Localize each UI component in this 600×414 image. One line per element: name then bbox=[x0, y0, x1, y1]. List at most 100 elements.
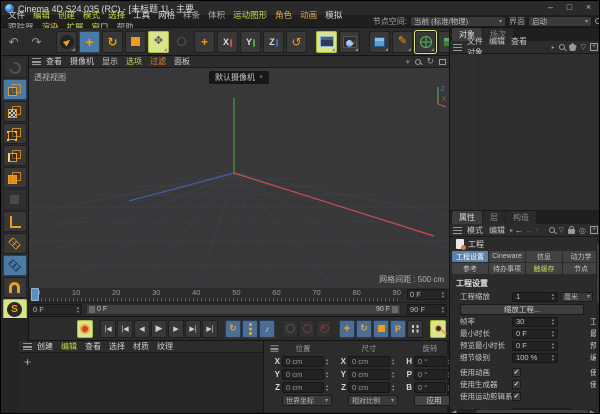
primitive-cube-button[interactable] bbox=[369, 31, 390, 53]
zoom-view-icon[interactable] bbox=[415, 59, 421, 65]
spinner-icon[interactable] bbox=[552, 330, 554, 336]
spinner-icon[interactable] bbox=[392, 358, 398, 364]
rot-p-field[interactable]: 0 ° bbox=[414, 369, 446, 380]
prev-key-button[interactable]: |◀ bbox=[117, 320, 133, 338]
spinner-icon[interactable] bbox=[552, 318, 554, 324]
pos-x-field[interactable]: 0 cm bbox=[282, 356, 324, 367]
spinner-icon[interactable] bbox=[326, 358, 332, 364]
spinner-icon[interactable] bbox=[326, 371, 332, 377]
sound-button[interactable]: ♪ bbox=[259, 320, 275, 338]
material-menu-item[interactable]: 纹理 bbox=[153, 342, 177, 351]
checkbox[interactable] bbox=[512, 392, 521, 401]
spinner-icon[interactable] bbox=[392, 384, 398, 390]
range-right-handle[interactable] bbox=[392, 306, 398, 313]
record-toggle-button[interactable] bbox=[282, 320, 298, 338]
am-menu-item[interactable]: 编辑 bbox=[486, 226, 508, 235]
material-menu-item[interactable]: 创建 bbox=[33, 342, 57, 351]
x-axis-lock-button[interactable]: X bbox=[217, 31, 238, 53]
row-field[interactable]: 100 % bbox=[512, 353, 558, 363]
size-mode-dropdown[interactable]: 相对比例 bbox=[348, 395, 398, 406]
simulate-button[interactable] bbox=[171, 31, 192, 53]
toggle-view-icon[interactable] bbox=[439, 59, 446, 65]
pan-view-icon[interactable]: + bbox=[405, 57, 410, 67]
row-field[interactable]: 0 F bbox=[512, 341, 558, 351]
next-key-button[interactable]: ▶| bbox=[185, 320, 201, 338]
next-frame-button[interactable]: ▶ bbox=[168, 320, 184, 338]
range-start-field[interactable]: 0 F bbox=[30, 304, 82, 315]
expand-icon[interactable]: ▸ bbox=[552, 44, 555, 51]
maximize-button[interactable]: □ bbox=[561, 2, 578, 14]
play-mode-button[interactable]: ↻ bbox=[225, 320, 241, 338]
scale-field[interactable]: 1 bbox=[512, 292, 558, 302]
y-axis-lock-button[interactable]: Y bbox=[240, 31, 261, 53]
move-tool-button[interactable]: + bbox=[79, 31, 100, 53]
close-button[interactable]: × bbox=[580, 2, 597, 14]
record-keyframe-button[interactable] bbox=[77, 320, 93, 338]
tab[interactable]: 层 bbox=[483, 211, 505, 224]
viewport-menu-item[interactable]: 摄像机 bbox=[66, 57, 98, 66]
viewport-hamburger-icon[interactable] bbox=[32, 58, 41, 65]
coords-hamburger-icon[interactable] bbox=[270, 345, 278, 351]
menu-item[interactable]: 文件 bbox=[4, 10, 29, 20]
path-icon[interactable] bbox=[569, 43, 577, 51]
am-menu-item[interactable]: 模式 bbox=[464, 226, 486, 235]
viewport-canvas[interactable]: 透视视图 默认摄像机+ 网格间距 : 500 cm Z X bbox=[29, 68, 449, 288]
range-slider[interactable]: 0 F 90 F bbox=[86, 304, 401, 315]
goto-end-button[interactable]: ▶| bbox=[202, 320, 218, 338]
key-options-button[interactable] bbox=[242, 320, 258, 338]
axis-mode-button[interactable] bbox=[3, 211, 27, 232]
spinner-icon[interactable] bbox=[552, 293, 554, 299]
viewport-menu-item[interactable]: 过滤 bbox=[146, 57, 170, 66]
record-scale-button[interactable] bbox=[316, 320, 332, 338]
apply-button[interactable]: 应用 bbox=[414, 395, 454, 406]
viewport-menu-item[interactable]: 选项 bbox=[122, 57, 146, 66]
last-used-tool-button[interactable]: ✥ bbox=[148, 31, 169, 53]
size-x-field[interactable]: 0 cm bbox=[348, 356, 390, 367]
object-tree[interactable] bbox=[450, 54, 600, 211]
om-menu-item[interactable]: 文件 bbox=[464, 37, 486, 46]
tab[interactable]: 构造 bbox=[506, 211, 536, 224]
interface-dropdown[interactable]: 启动 bbox=[528, 16, 592, 27]
menu-item[interactable]: 工具 bbox=[129, 10, 154, 20]
up-icon[interactable]: ↑ bbox=[535, 226, 539, 235]
menu-item[interactable]: 模拟 bbox=[321, 10, 346, 20]
om-menu-item[interactable]: 编辑 bbox=[486, 37, 508, 46]
om-hamburger-icon[interactable] bbox=[453, 44, 462, 51]
checkbox[interactable] bbox=[512, 380, 521, 389]
keyframe-pla-button[interactable] bbox=[407, 320, 423, 338]
menu-item[interactable]: 选择 bbox=[104, 10, 129, 20]
spinner-icon[interactable] bbox=[442, 306, 444, 312]
rot-h-field[interactable]: 0 ° bbox=[414, 356, 446, 367]
goto-start-button[interactable]: |◀ bbox=[100, 320, 116, 338]
range-left-handle[interactable] bbox=[89, 306, 95, 313]
snap-button[interactable] bbox=[3, 277, 27, 298]
scroll-left-icon[interactable]: ◀ bbox=[450, 409, 458, 414]
end-frame-field[interactable]: 90 F bbox=[407, 304, 447, 315]
settings-tab[interactable]: 待办事项 bbox=[489, 263, 525, 274]
autokey-button[interactable] bbox=[430, 320, 446, 338]
spline-pen-button[interactable]: ✎ bbox=[392, 31, 413, 53]
material-menu-item[interactable]: 编辑 bbox=[57, 342, 81, 351]
model-mode-button[interactable] bbox=[3, 79, 27, 100]
material-hamburger-icon[interactable] bbox=[23, 343, 32, 350]
keyframe-position-button[interactable]: + bbox=[339, 320, 355, 338]
vertical-scrollbar[interactable] bbox=[596, 237, 600, 409]
menu-item[interactable]: 样条 bbox=[179, 10, 204, 20]
viewport-menu-item[interactable]: 显示 bbox=[98, 57, 122, 66]
prev-frame-button[interactable]: ◀ bbox=[134, 320, 150, 338]
pos-z-field[interactable]: 0 cm bbox=[282, 382, 324, 393]
record-position-button[interactable] bbox=[299, 320, 315, 338]
undo-button[interactable]: ↶ bbox=[3, 31, 24, 53]
filter-icon[interactable]: ▽ bbox=[559, 226, 564, 234]
new-window-icon[interactable] bbox=[590, 226, 598, 234]
add-material-button[interactable]: + bbox=[19, 353, 263, 369]
rot-b-field[interactable]: 0 ° bbox=[414, 382, 446, 393]
playhead[interactable] bbox=[31, 288, 39, 301]
redo-button[interactable]: ↷ bbox=[26, 31, 47, 53]
back-icon[interactable]: ← bbox=[515, 226, 523, 235]
filter-icon[interactable]: ▽ bbox=[581, 43, 586, 51]
spinner-icon[interactable] bbox=[392, 371, 398, 377]
keyframe-scale-button[interactable] bbox=[373, 320, 389, 338]
scroll-right-icon[interactable]: ▶ bbox=[588, 409, 596, 414]
menu-item[interactable]: 创建 bbox=[54, 10, 79, 20]
